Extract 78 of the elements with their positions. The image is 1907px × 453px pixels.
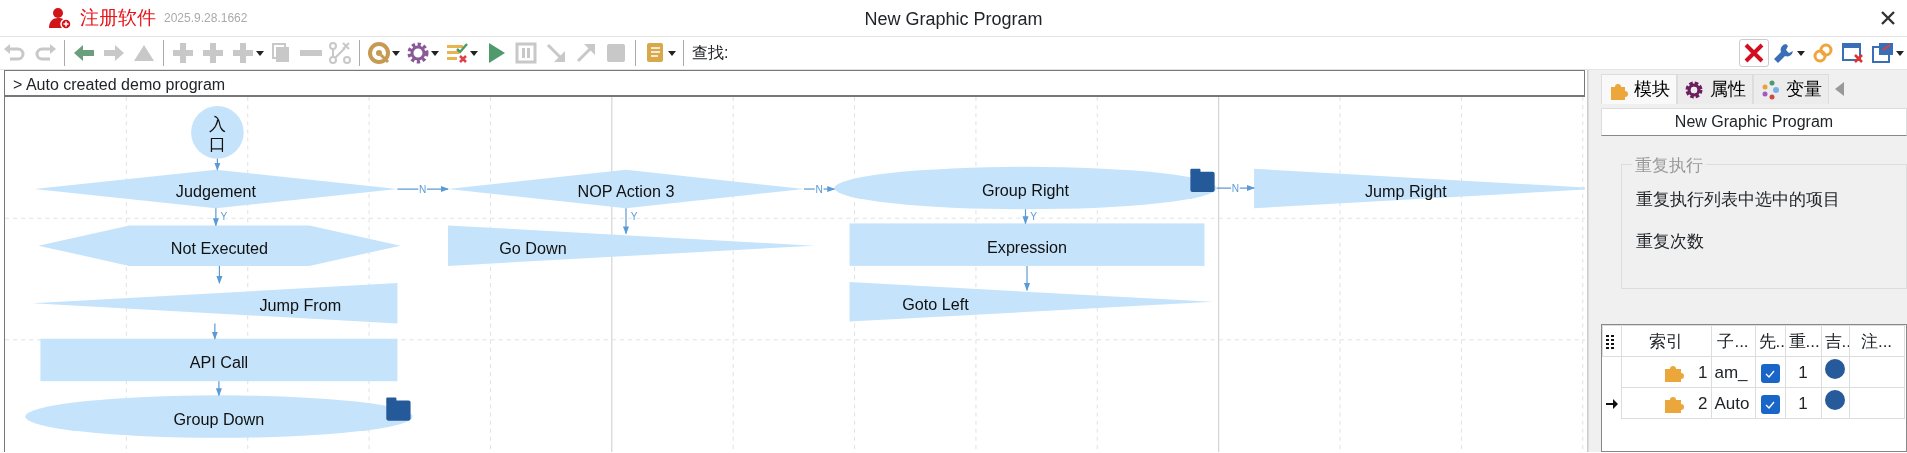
close-icon	[1742, 41, 1766, 65]
action-node[interactable]	[40, 338, 398, 382]
link-label: Y	[1030, 210, 1037, 222]
minus-icon	[300, 50, 322, 56]
panel-tab[interactable]: 模块	[1601, 74, 1677, 105]
start-node[interactable]	[191, 106, 244, 159]
node-label: Group Down	[173, 409, 265, 428]
connector-arrow	[1022, 208, 1029, 225]
column-header[interactable]: 索引	[1621, 325, 1711, 357]
panel-tab[interactable]: 属性	[1677, 74, 1753, 105]
node-label: Not Executed	[170, 238, 268, 257]
connector-arrow	[622, 207, 630, 235]
dots-icon	[1760, 78, 1780, 101]
version-label: 2025.9.28.1662	[164, 10, 248, 27]
connector-arrow	[211, 322, 218, 340]
connector-arrow	[214, 158, 221, 171]
search-label: 查找:	[691, 43, 730, 63]
check-icon	[1765, 400, 1775, 409]
action-node[interactable]	[849, 223, 1205, 266]
node-label: Jump From	[259, 296, 342, 315]
plus-icon	[171, 41, 195, 65]
node-label: Judgement	[175, 182, 256, 201]
checkbox[interactable]	[1760, 395, 1780, 415]
link-label: Y	[630, 211, 638, 223]
close-icon[interactable]	[1879, 9, 1897, 27]
name-cell: am_	[1711, 356, 1755, 388]
register-link[interactable]: 注册软件	[80, 3, 156, 33]
checklist-icon	[445, 41, 469, 65]
node-label: Jump Right	[1364, 181, 1447, 200]
node-label: API Call	[189, 353, 249, 371]
pause-icon	[514, 41, 538, 65]
index-cell-text: 1	[1698, 361, 1708, 384]
stop-icon	[604, 41, 628, 65]
plus-icon	[231, 41, 255, 65]
down-right-arrow-icon	[544, 41, 568, 65]
name-cell: Auto	[1711, 387, 1755, 419]
window-export-icon	[1871, 41, 1895, 65]
grip-icon[interactable]	[1606, 335, 1614, 350]
connector-arrow	[212, 207, 219, 227]
node-label: Go Down	[499, 238, 567, 257]
column-header[interactable]: 重...	[1785, 325, 1821, 357]
target-icon	[367, 41, 391, 65]
plus-icon	[201, 41, 225, 65]
node-label: Group Right	[981, 181, 1070, 200]
repeat-cell: 1	[1785, 356, 1821, 388]
column-header[interactable]: 先..	[1755, 325, 1785, 357]
close-button[interactable]	[1739, 39, 1769, 67]
panel-tab[interactable]: 变量	[1753, 74, 1829, 105]
connector-arrow	[216, 265, 223, 285]
option-label: 重复次数	[1636, 230, 1705, 253]
window-title: New Graphic Program	[864, 9, 1043, 29]
branch-icon	[328, 41, 352, 65]
scroll-left-icon[interactable]	[1835, 82, 1845, 97]
index-cell-text: 2	[1698, 392, 1708, 415]
wrench-icon	[1772, 41, 1796, 65]
jump-node[interactable]	[1254, 168, 1585, 209]
checkbox[interactable]	[1760, 364, 1780, 384]
node-label: Goto Left	[902, 294, 969, 313]
group-node[interactable]	[834, 166, 1217, 210]
column-header[interactable]: 子...	[1711, 325, 1755, 357]
up-right-arrow-icon	[574, 41, 598, 65]
hexagon-node[interactable]	[38, 225, 401, 266]
option-label: 重复执行列表中选中的项目	[1636, 189, 1841, 212]
connector-arrow	[215, 380, 222, 397]
link-label: Y	[220, 211, 228, 223]
user-add-icon[interactable]	[48, 6, 72, 30]
breadcrumb[interactable]: > Auto created demo program	[4, 70, 1585, 97]
check-icon	[1765, 369, 1775, 378]
node-label: NOP Action 3	[577, 182, 675, 201]
link-icon	[1811, 41, 1835, 65]
program-name-field[interactable]: New Graphic Program	[1601, 108, 1907, 137]
repeat-cell: 1	[1785, 387, 1821, 419]
column-header[interactable]: 注...	[1849, 325, 1904, 357]
connector-arrow	[1024, 265, 1031, 292]
node-label: 入口	[208, 114, 226, 154]
node-label: Expression	[987, 237, 1067, 256]
current-row-arrow-icon	[1605, 398, 1618, 411]
gear-icon	[406, 41, 430, 65]
